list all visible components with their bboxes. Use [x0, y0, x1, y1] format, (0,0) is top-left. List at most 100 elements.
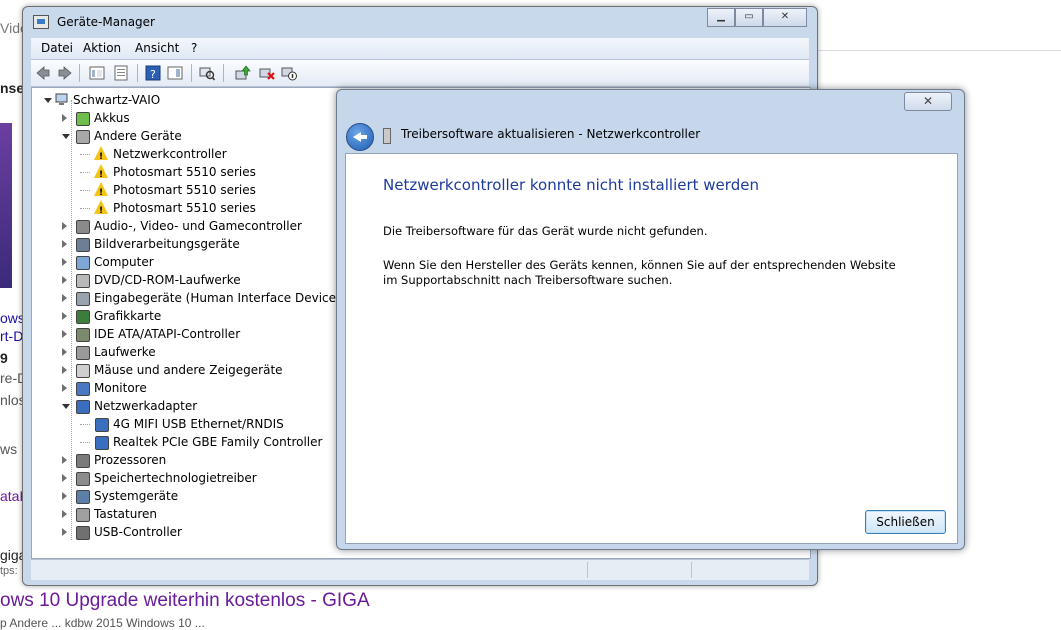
bg-bottom-fragment: p Andere ... kdbw 2015 Windows 10 ... [0, 616, 205, 630]
tree-node-label: IDE ATA/ATAPI-Controller [94, 327, 241, 341]
close-icon[interactable]: ✕ [904, 92, 952, 111]
collapse-arrow-icon[interactable] [62, 134, 70, 139]
bg-fragment-3: 9 [0, 350, 8, 366]
camera-icon [76, 238, 90, 252]
update-driver-icon[interactable] [235, 65, 251, 81]
tree-node[interactable]: Computer [62, 253, 382, 271]
expand-arrow-icon[interactable] [62, 222, 67, 230]
tree-node[interactable]: Bildverarbeitungsgeräte [62, 235, 382, 253]
tree-node-label: Netzwerkadapter [94, 399, 198, 413]
tree-node[interactable]: Andere Geräte [62, 127, 382, 145]
close-button[interactable]: Schließen [865, 510, 946, 534]
minimize-icon[interactable]: ▁ [707, 8, 735, 27]
tree-node[interactable]: Prozessoren [62, 451, 382, 469]
title-bar[interactable]: Geräte-Manager ▁ ▭ ✕ [23, 7, 817, 35]
status-divider [691, 562, 692, 578]
usb-icon [76, 526, 90, 540]
expand-arrow-icon[interactable] [62, 366, 67, 374]
tree-node-label: Audio-, Video- und Gamecontroller [94, 219, 302, 233]
tree-node-label: Tastaturen [94, 507, 157, 521]
tree-node[interactable]: IDE ATA/ATAPI-Controller [62, 325, 382, 343]
tree-node-label: Photosmart 5510 series [113, 201, 256, 215]
tree-node[interactable]: Akkus [62, 109, 382, 127]
properties-sheet-icon[interactable] [113, 65, 129, 81]
dialog-message: Die Treibersoftware für das Gerät wurde … [383, 224, 708, 238]
tree-root-label: Schwartz-VAIO [73, 93, 161, 107]
expand-arrow-icon[interactable] [62, 330, 67, 338]
tree-node-label: Photosmart 5510 series [113, 183, 256, 197]
tree-node-label: Photosmart 5510 series [113, 165, 256, 179]
expand-arrow-icon[interactable] [62, 510, 67, 518]
action-pane-icon[interactable] [167, 65, 183, 81]
dialog-heading: Netzwerkcontroller konnte nicht installi… [383, 176, 759, 194]
tree-node-label: Prozessoren [94, 453, 167, 467]
tree-node-label: 4G MIFI USB Ethernet/RNDIS [113, 417, 284, 431]
toolbar-separator [191, 64, 192, 82]
bg-fragment-9: tps: [0, 565, 18, 577]
tree-connector [80, 208, 90, 209]
expand-arrow-icon[interactable] [62, 528, 67, 536]
tree-node[interactable]: Tastaturen [62, 505, 382, 523]
tree-node-label: Mäuse und andere Zeigegeräte [94, 363, 283, 377]
bg-thumbnail [0, 123, 12, 288]
expand-arrow-icon[interactable] [62, 474, 67, 482]
maximize-icon[interactable]: ▭ [735, 8, 763, 27]
expand-arrow-icon[interactable] [62, 258, 67, 266]
help-icon[interactable]: ? [145, 65, 161, 81]
expand-arrow-icon[interactable] [62, 348, 67, 356]
bg-result-link[interactable]: ows 10 Upgrade weiterhin kostenlos - GIG… [0, 590, 370, 612]
expand-arrow-icon[interactable] [62, 114, 67, 122]
tree-root[interactable]: Schwartz-VAIO [44, 91, 344, 109]
toolbar: ? [31, 60, 809, 87]
expand-arrow-icon[interactable] [62, 240, 67, 248]
tree-node[interactable]: Speichertechnologietreiber [62, 469, 382, 487]
disable-device-icon[interactable] [281, 65, 297, 81]
toolbar-separator [223, 64, 224, 82]
status-divider [587, 562, 588, 578]
tree-view-icon[interactable] [89, 65, 105, 81]
expand-arrow-icon[interactable] [62, 294, 67, 302]
tree-node[interactable]: Audio-, Video- und Gamecontroller [62, 217, 382, 235]
tree-connector [80, 172, 90, 173]
status-bar [31, 559, 809, 580]
uninstall-icon[interactable] [259, 65, 275, 81]
bg-fragment-2: rt-D [0, 328, 24, 344]
tree-node[interactable]: Laufwerke [62, 343, 382, 361]
tree-node[interactable]: Eingabegeräte (Human Interface Devices) [62, 289, 382, 307]
tree-node[interactable]: Grafikkarte [62, 307, 382, 325]
scan-hardware-icon[interactable] [199, 65, 215, 81]
tree-connector [80, 442, 90, 443]
device-manager-icon [33, 15, 49, 29]
menu-ansicht[interactable]: Ansicht [135, 41, 179, 55]
storage-icon [76, 472, 90, 486]
tree-node[interactable]: Systemgeräte [62, 487, 382, 505]
tree-node-label: Akkus [94, 111, 130, 125]
battery-icon [76, 112, 90, 126]
tree-node[interactable]: USB-Controller [62, 523, 382, 541]
menu-aktion[interactable]: Aktion [83, 41, 121, 55]
expand-arrow-icon[interactable] [62, 456, 67, 464]
speaker-icon [76, 220, 90, 234]
menu-datei[interactable]: Datei [41, 41, 73, 55]
tree-node[interactable]: Monitore [62, 379, 382, 397]
expand-arrow-icon[interactable] [62, 492, 67, 500]
warning-icon [94, 164, 108, 184]
expand-arrow-icon[interactable] [62, 276, 67, 284]
back-button[interactable] [346, 123, 374, 151]
menu-help[interactable]: ? [191, 41, 197, 55]
back-arrow-icon[interactable] [35, 65, 51, 81]
expand-arrow-icon[interactable] [62, 312, 67, 320]
close-icon[interactable]: ✕ [763, 8, 807, 27]
toolbar-separator [137, 64, 138, 82]
collapse-arrow-icon[interactable] [62, 404, 70, 409]
expand-arrow[interactable] [44, 98, 52, 103]
mouse-icon [76, 364, 90, 378]
tree-node[interactable]: Mäuse und andere Zeigegeräte [62, 361, 382, 379]
keyboard-icon [76, 508, 90, 522]
network-adapter-icon [95, 436, 109, 450]
forward-arrow-icon[interactable] [57, 65, 73, 81]
tree-node[interactable]: Netzwerkadapter [62, 397, 382, 415]
disk-drive-icon [76, 346, 90, 360]
tree-node[interactable]: DVD/CD-ROM-Laufwerke [62, 271, 382, 289]
expand-arrow-icon[interactable] [62, 384, 67, 392]
